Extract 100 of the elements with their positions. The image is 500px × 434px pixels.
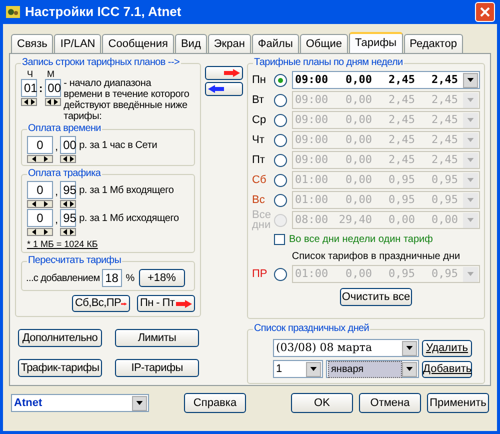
radio-button[interactable] — [274, 268, 287, 280]
tariff-combo[interactable]: 09:00 0,00 2,45 2,45 — [292, 71, 480, 89]
day-select[interactable]: 1 — [273, 360, 323, 378]
left-triangle-icon — [62, 201, 67, 207]
tab[interactable]: Файлы — [252, 34, 299, 53]
dialog-button[interactable]: OK — [291, 393, 353, 413]
spin-button[interactable] — [27, 228, 53, 236]
checkbox[interactable] — [274, 234, 285, 245]
add-percent-button[interactable]: +18% — [138, 269, 185, 287]
tab[interactable]: Сообщения — [102, 34, 174, 53]
day-label: Чт — [252, 135, 266, 145]
tariff-value: 01:00 — [294, 172, 329, 188]
dropdown-button[interactable] — [463, 72, 478, 88]
radio-button[interactable] — [274, 114, 287, 126]
tariff-value: 2,45 — [430, 112, 458, 128]
clear-all-button[interactable]: Очистить все — [340, 288, 412, 306]
kopecks-field[interactable]: 95 — [60, 181, 76, 199]
tariff-value: 09:00 — [294, 92, 329, 108]
group-title: Пересчитать тарифы — [27, 254, 122, 268]
hour-label: Ч — [27, 70, 33, 79]
spin-button[interactable] — [60, 155, 76, 163]
tab[interactable]: Экран — [208, 34, 251, 53]
tariff-value: 2,45 — [430, 152, 458, 168]
right-triangle-icon — [70, 229, 74, 235]
percent-sign: % — [126, 272, 135, 286]
dropdown-button[interactable] — [306, 362, 321, 376]
caret-icon — [467, 118, 474, 122]
spin-button[interactable] — [60, 200, 76, 208]
radio-button[interactable] — [274, 194, 287, 206]
time-separator: : — [38, 82, 44, 97]
tariff-value: 2,45 — [388, 92, 415, 108]
caret-icon — [467, 218, 474, 222]
hour-field[interactable]: 01 — [21, 79, 37, 97]
day-label: Вт — [252, 95, 266, 105]
kopecks-field[interactable]: 00 — [60, 136, 76, 154]
help-button[interactable]: Справка — [184, 393, 246, 413]
percent-label: ...с добавлением — [26, 272, 100, 286]
dropdown-button[interactable] — [402, 340, 417, 356]
kopecks-field[interactable]: 95 — [60, 209, 76, 227]
left-triangle-icon — [62, 229, 67, 235]
tab[interactable]: Редактор — [404, 34, 463, 53]
right-arrow-icon — [121, 300, 127, 308]
action-button[interactable]: Лимиты — [115, 329, 199, 347]
tariff-value: 0,95 — [430, 266, 458, 282]
spin-button[interactable] — [27, 200, 53, 208]
radio-button[interactable] — [274, 134, 287, 146]
tariff-value: 2,45 — [388, 72, 415, 88]
tariff-value: 01:00 — [294, 192, 329, 208]
apply-row-button[interactable] — [205, 66, 243, 80]
action-button[interactable]: Дополнительно — [18, 329, 102, 347]
month-select[interactable]: января — [326, 360, 419, 378]
radio-button[interactable] — [274, 94, 287, 106]
minute-label: М — [47, 70, 54, 79]
profile-select[interactable]: Atnet — [11, 394, 149, 412]
percent-field[interactable]: 18 — [102, 269, 122, 287]
tariff-value: 0,00 — [344, 266, 372, 282]
tariff-value: 2,45 — [388, 152, 415, 168]
minute-field[interactable]: 00 — [44, 79, 61, 97]
radio-button[interactable] — [274, 174, 287, 186]
tariff-value: 0,95 — [388, 172, 415, 188]
tab[interactable]: Вид — [174, 34, 207, 53]
radio-button[interactable] — [274, 74, 287, 86]
tab[interactable]: IP/LAN — [54, 34, 102, 53]
window-title: Настройки ICC 7.1, Atnet — [25, 3, 182, 22]
spin-button[interactable] — [27, 155, 53, 163]
close-button[interactable] — [475, 2, 495, 22]
spin-button[interactable] — [44, 98, 61, 106]
right-triangle-icon — [70, 156, 74, 162]
rubles-field[interactable]: 0 — [27, 181, 53, 199]
rubles-field[interactable]: 0 — [27, 209, 53, 227]
left-triangle-icon — [62, 156, 67, 162]
action-button[interactable]: Трафик-тарифы — [18, 359, 102, 377]
tariff-value: 2,45 — [388, 112, 415, 128]
spin-button[interactable] — [60, 228, 76, 236]
day-label: Пн — [252, 75, 267, 85]
tariff-value: 29,40 — [338, 212, 372, 228]
copy-button[interactable]: Пн - Пт — [137, 295, 195, 312]
checkbox-label: Во все дни недели один тариф — [289, 233, 433, 247]
read-row-button[interactable] — [205, 82, 243, 96]
rubles-field[interactable]: 0 — [27, 136, 53, 154]
dropdown-button[interactable] — [132, 396, 147, 410]
delete-button[interactable]: Удалить — [422, 340, 472, 356]
action-button[interactable]: IP-тарифы — [115, 359, 199, 377]
close-icon — [480, 7, 490, 17]
dropdown-button[interactable] — [402, 362, 417, 376]
radio-button[interactable] — [274, 154, 287, 166]
tab[interactable]: Общие — [300, 34, 348, 53]
tab[interactable]: Связь — [11, 34, 54, 53]
tariff-value: 0,95 — [430, 172, 458, 188]
tariff-value: 0,00 — [344, 112, 372, 128]
dialog-button[interactable]: Применить — [427, 393, 489, 413]
left-arrow-icon — [208, 85, 224, 93]
tariff-value: 0,95 — [388, 266, 415, 282]
left-triangle-icon — [32, 156, 36, 162]
copy-button[interactable]: Сб,Вс,ПР — [72, 295, 130, 312]
holiday-select[interactable]: (03/08) 08 марта — [273, 339, 419, 357]
dialog-button[interactable]: Отмена — [359, 393, 421, 413]
spin-button[interactable] — [21, 98, 37, 106]
right-triangle-icon — [70, 201, 74, 207]
tab[interactable]: Тарифы — [349, 32, 403, 53]
